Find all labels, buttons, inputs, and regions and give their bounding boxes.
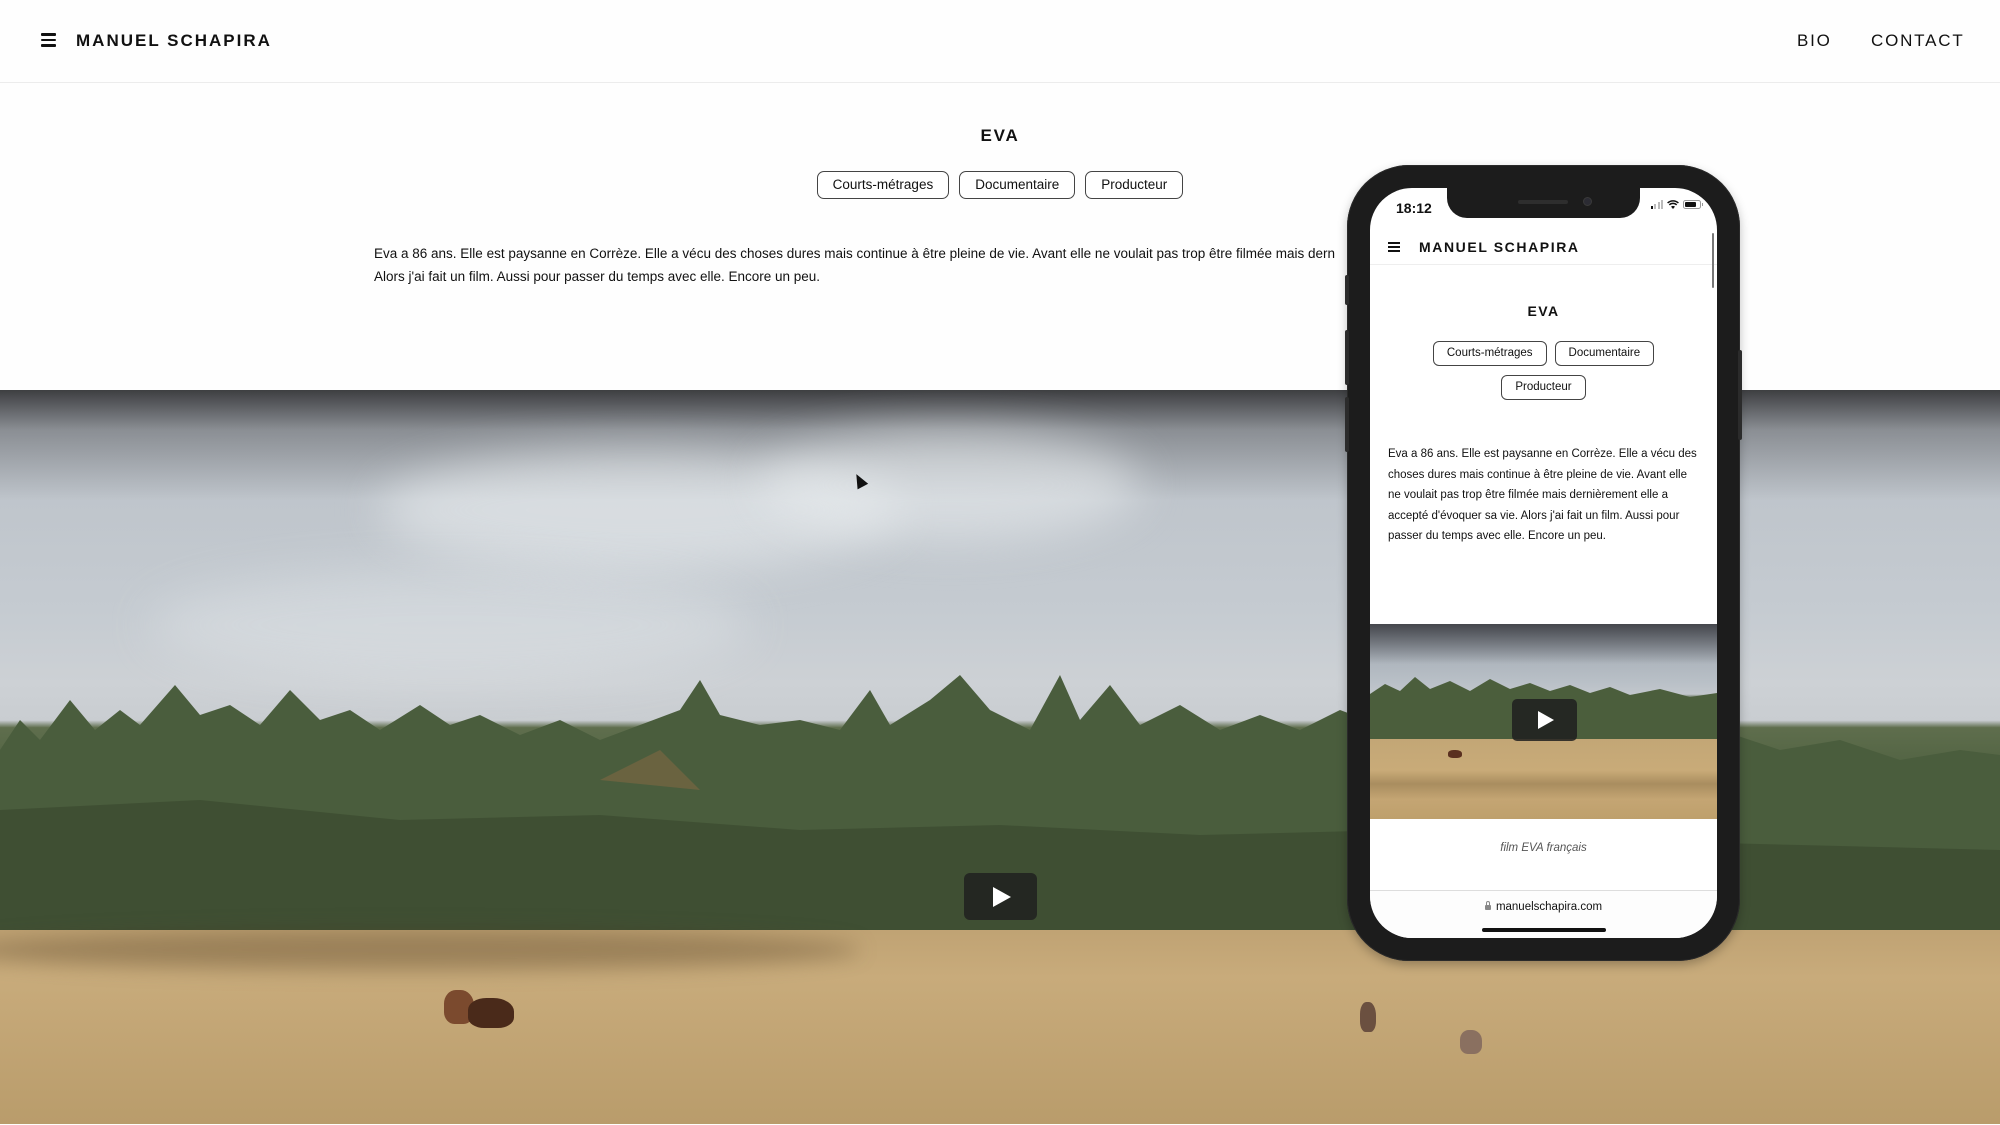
- cow: [1360, 1002, 1376, 1032]
- tag-courts-metrages[interactable]: Courts-métrages: [816, 171, 950, 199]
- cow: [468, 998, 514, 1028]
- phone-side-button: [1345, 330, 1349, 385]
- browser-url-bar[interactable]: manuelschapira.com: [1370, 890, 1717, 938]
- mobile-tag-documentaire[interactable]: Documentaire: [1554, 341, 1655, 366]
- cow: [1460, 1030, 1482, 1054]
- cloud: [760, 430, 1140, 540]
- lock-icon: [1484, 901, 1491, 910]
- phone-screen: 18:12 MANUEL SCHAPIRA EVA Courts-métrage…: [1370, 188, 1717, 938]
- battery-icon: [1683, 200, 1703, 209]
- site-brand[interactable]: MANUEL SCHAPIRA: [76, 31, 272, 51]
- status-time: 18:12: [1396, 200, 1432, 216]
- phone-side-button: [1345, 397, 1349, 452]
- mobile-tag-producteur[interactable]: Producteur: [1501, 375, 1586, 400]
- mobile-header: MANUEL SCHAPIRA: [1370, 228, 1717, 265]
- mobile-brand[interactable]: MANUEL SCHAPIRA: [1419, 239, 1580, 255]
- project-description: Eva a 86 ans. Elle est paysanne en Corrè…: [374, 242, 1374, 288]
- mobile-video-player[interactable]: [1370, 624, 1717, 819]
- wifi-icon: [1667, 200, 1679, 209]
- description-line: Alors j'ai fait un film. Aussi pour pass…: [374, 269, 821, 284]
- video-caption: film EVA français: [1500, 842, 1587, 854]
- description-line: Eva a 86 ans. Elle est paysanne en Corrè…: [374, 246, 1336, 261]
- hamburger-menu-icon[interactable]: [41, 33, 56, 47]
- hamburger-menu-icon[interactable]: [1388, 242, 1400, 252]
- play-icon: [993, 887, 1011, 907]
- play-button[interactable]: [964, 873, 1037, 920]
- mobile-project-description: Eva a 86 ans. Elle est paysanne en Corrè…: [1388, 448, 1697, 542]
- mobile-project-tags: Courts-métrages Documentaire Producteur: [1370, 341, 1717, 400]
- camera-icon: [1583, 197, 1592, 206]
- field-shadow: [0, 930, 860, 970]
- url-text[interactable]: manuelschapira.com: [1370, 901, 1717, 913]
- site-header: MANUEL SCHAPIRA BIO CONTACT: [0, 0, 2000, 83]
- home-indicator[interactable]: [1482, 928, 1606, 932]
- phone-notch: [1447, 188, 1640, 218]
- speaker-icon: [1518, 200, 1568, 204]
- mobile-tag-courts-metrages[interactable]: Courts-métrages: [1432, 341, 1547, 366]
- tag-producteur[interactable]: Producteur: [1085, 171, 1184, 199]
- phone-side-button: [1345, 275, 1349, 305]
- nav-bio[interactable]: BIO: [1797, 31, 1832, 51]
- scrollbar[interactable]: [1712, 233, 1714, 288]
- nav-contact[interactable]: CONTACT: [1871, 31, 1965, 51]
- mobile-play-button[interactable]: [1512, 699, 1577, 741]
- phone-mockup: 18:12 MANUEL SCHAPIRA EVA Courts-métrage…: [1345, 165, 1742, 961]
- url-label: manuelschapira.com: [1495, 901, 1603, 913]
- phone-side-button: [1738, 350, 1742, 440]
- mobile-project-title: EVA: [1527, 303, 1560, 319]
- signal-icon: [1650, 200, 1663, 209]
- status-icons: [1650, 200, 1703, 209]
- tag-documentaire[interactable]: Documentaire: [959, 171, 1076, 199]
- play-icon: [1538, 711, 1554, 729]
- cow: [1448, 750, 1462, 758]
- project-title: EVA: [980, 126, 1020, 145]
